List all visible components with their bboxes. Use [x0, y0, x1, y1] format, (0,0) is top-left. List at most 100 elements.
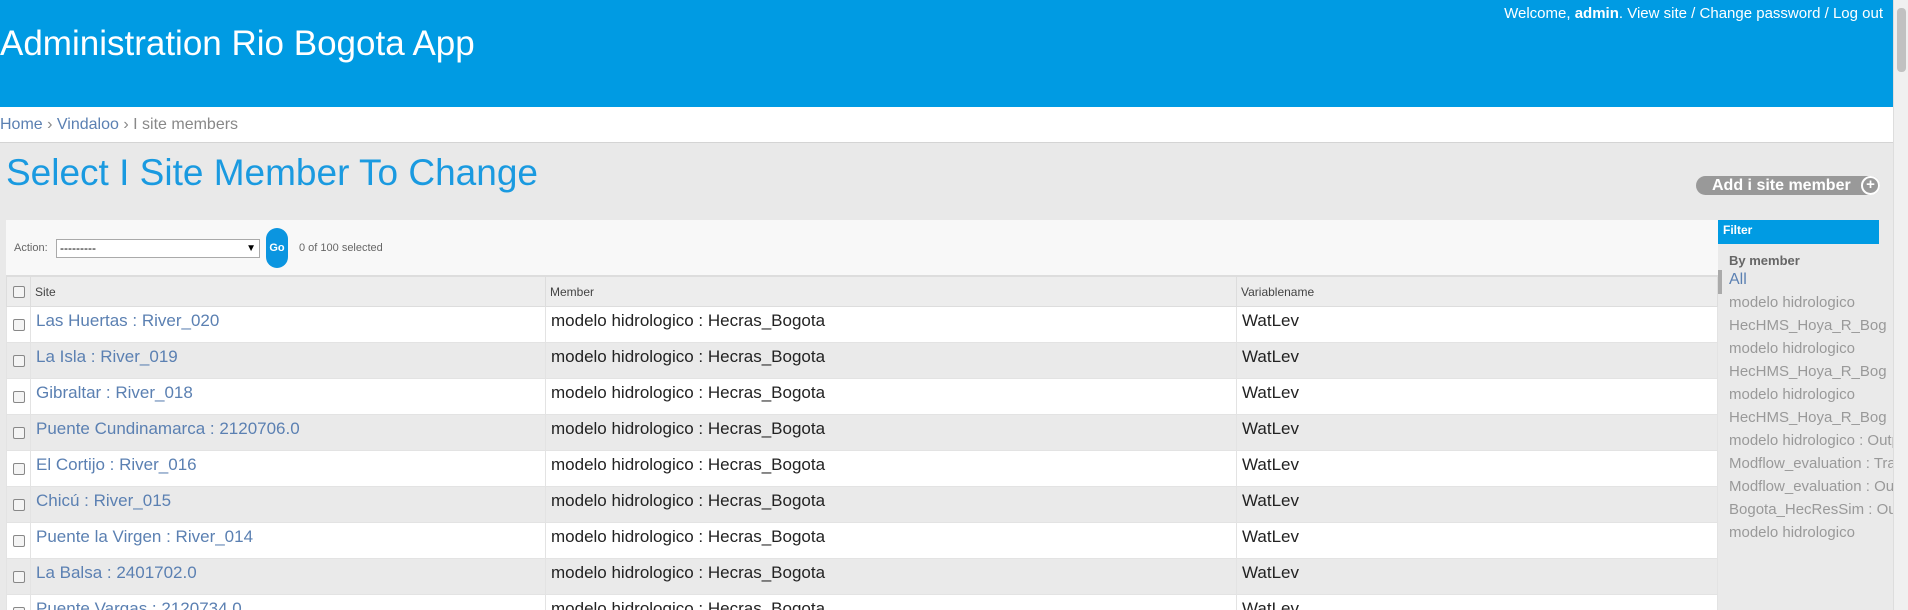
- row-checkbox[interactable]: [13, 463, 25, 476]
- table-row: Gibraltar : River_018 modelo hidrologico …: [6, 378, 1718, 415]
- row-checkbox-cell: [6, 378, 31, 415]
- action-select-value: ---------: [60, 241, 96, 255]
- window-scrollbar[interactable]: [1893, 0, 1908, 610]
- breadcrumb-home[interactable]: Home: [0, 116, 43, 133]
- breadcrumb-current: I site members: [133, 116, 239, 133]
- dropdown-arrow-icon: ▼: [246, 243, 256, 254]
- table-row: Chicú : River_015 modelo hidrologico : He…: [6, 486, 1718, 523]
- variablename-cell: WatLev: [1236, 378, 1718, 415]
- member-cell: modelo hidrologico : Hecras_Bogota: [545, 306, 1237, 343]
- filter-option[interactable]: modelo hidrologico: [1729, 383, 1893, 406]
- go-button[interactable]: Go: [266, 228, 288, 268]
- selection-counter: 0 of 100 selected: [299, 242, 383, 254]
- site-cell: Chicú : River_015: [30, 486, 546, 523]
- filter-option[interactable]: HecHMS_Hoya_R_Bog: [1729, 360, 1893, 383]
- site-cell: La Balsa : 2401702.0: [30, 558, 546, 595]
- site-cell: La Isla : River_019: [30, 342, 546, 379]
- member-cell: modelo hidrologico : Hecras_Bogota: [545, 486, 1237, 523]
- site-link[interactable]: Gibraltar : River_018: [36, 383, 193, 402]
- row-checkbox-cell: [6, 342, 31, 379]
- row-checkbox[interactable]: [13, 391, 25, 404]
- action-label: Action:: [14, 242, 48, 254]
- filter-scrollbar[interactable]: [1718, 270, 1722, 294]
- member-cell: modelo hidrologico : Hecras_Bogota: [545, 450, 1237, 487]
- filter-option[interactable]: modelo hidrologico: [1729, 337, 1893, 360]
- variablename-cell: WatLev: [1236, 486, 1718, 523]
- scrollbar-thumb[interactable]: [1897, 8, 1906, 72]
- filter-option[interactable]: modelo hidrologico : OutputModule: [1729, 429, 1893, 452]
- table-row: El Cortijo : River_016 modelo hidrologico…: [6, 450, 1718, 487]
- log-out-link[interactable]: Log out: [1833, 5, 1883, 22]
- filter-option[interactable]: HecHMS_Hoya_R_Bog: [1729, 314, 1893, 337]
- breadcrumb-app[interactable]: Vindaloo: [57, 116, 119, 133]
- site-cell: Las Huertas : River_020: [30, 306, 546, 343]
- filter-option[interactable]: Modflow_evaluation : Transitorio_Actual: [1729, 452, 1893, 475]
- filter-option[interactable]: Modflow_evaluation : OutputModule: [1729, 475, 1893, 498]
- header: Administration Rio Bogota App Welcome, a…: [0, 0, 1893, 107]
- row-checkbox[interactable]: [13, 427, 25, 440]
- table-row: Las Huertas : River_020 modelo hidrologic…: [6, 306, 1718, 343]
- site-link[interactable]: El Cortijo : River_016: [36, 455, 197, 474]
- site-cell: Gibraltar : River_018: [30, 378, 546, 415]
- filter-by-member-label: By member: [1729, 253, 1800, 268]
- site-link[interactable]: Puente Vargas : 2120734.0: [36, 599, 242, 610]
- row-checkbox[interactable]: [13, 571, 25, 584]
- add-button-label: Add i site member: [1712, 177, 1851, 194]
- username: admin: [1574, 5, 1619, 22]
- breadcrumb: Home › Vindaloo › I site members: [0, 107, 1893, 143]
- row-checkbox[interactable]: [13, 319, 25, 332]
- member-cell: modelo hidrologico : Hecras_Bogota: [545, 342, 1237, 379]
- table-row: Puente Cundinamarca : 2120706.0 modelo hi…: [6, 414, 1718, 451]
- filter-title: Filter: [1718, 220, 1879, 244]
- column-header-site[interactable]: Site: [30, 276, 546, 307]
- user-tools: Welcome, admin. View site / Change passw…: [1504, 5, 1883, 22]
- site-link[interactable]: La Balsa : 2401702.0: [36, 563, 197, 582]
- table-header-row: Site Member Variablename: [6, 276, 1718, 307]
- breadcrumb-separator: ›: [47, 116, 53, 133]
- row-checkbox-cell: [6, 558, 31, 595]
- filter-option[interactable]: modelo hidrologico: [1729, 291, 1893, 314]
- site-link[interactable]: Puente la Virgen : River_014: [36, 527, 253, 546]
- variablename-cell: WatLev: [1236, 450, 1718, 487]
- variablename-cell: WatLev: [1236, 414, 1718, 451]
- site-cell: El Cortijo : River_016: [30, 450, 546, 487]
- row-checkbox-cell: [6, 486, 31, 523]
- column-header-variablename[interactable]: Variablename: [1236, 276, 1718, 307]
- member-cell: modelo hidrologico : Hecras_Bogota: [545, 414, 1237, 451]
- changelist: Action: --------- ▼ Go 0 of 100 selected…: [6, 220, 1718, 610]
- filter-options: All modelo hidrologico HecHMS_Hoya_R_Bog mo…: [1729, 268, 1893, 544]
- site-link[interactable]: Las Huertas : River_020: [36, 311, 219, 330]
- site-link[interactable]: La Isla : River_019: [36, 347, 178, 366]
- action-select[interactable]: --------- ▼: [56, 239, 260, 258]
- view-site-link[interactable]: View site: [1627, 5, 1687, 22]
- table-row: La Balsa : 2401702.0 modelo hidrologico :…: [6, 558, 1718, 595]
- row-checkbox-cell: [6, 522, 31, 559]
- member-cell: modelo hidrologico : Hecras_Bogota: [545, 522, 1237, 559]
- filter-option[interactable]: Bogota_HecResSim : OutputModule: [1729, 498, 1893, 521]
- table-row: La Isla : River_019 modelo hidrologico : …: [6, 342, 1718, 379]
- site-cell: Puente Vargas : 2120734.0: [30, 594, 546, 610]
- change-password-link[interactable]: Change password: [1700, 5, 1821, 22]
- variablename-cell: WatLev: [1236, 342, 1718, 379]
- variablename-cell: WatLev: [1236, 594, 1718, 610]
- select-all-checkbox[interactable]: [13, 286, 25, 299]
- row-checkbox[interactable]: [13, 499, 25, 512]
- select-all-cell: [6, 276, 31, 307]
- site-cell: Puente la Virgen : River_014: [30, 522, 546, 559]
- member-cell: modelo hidrologico : Hecras_Bogota: [545, 378, 1237, 415]
- filter-option-all[interactable]: All: [1729, 268, 1893, 291]
- site-name: Administration Rio Bogota App: [0, 24, 475, 63]
- row-checkbox-cell: [6, 306, 31, 343]
- row-checkbox[interactable]: [13, 355, 25, 368]
- site-link[interactable]: Puente Cundinamarca : 2120706.0: [36, 419, 300, 438]
- row-checkbox-cell: [6, 450, 31, 487]
- site-link[interactable]: Chicú : River_015: [36, 491, 171, 510]
- filter-option[interactable]: HecHMS_Hoya_R_Bog: [1729, 406, 1893, 429]
- row-checkbox[interactable]: [13, 535, 25, 548]
- filter-panel: Filter By member All modelo hidrologico He…: [1718, 220, 1893, 610]
- column-header-member[interactable]: Member: [545, 276, 1237, 307]
- add-i-site-member-button[interactable]: Add i site member +: [1696, 176, 1880, 195]
- filter-option[interactable]: modelo hidrologico: [1729, 521, 1893, 544]
- page-title: Select I Site Member To Change: [6, 152, 538, 193]
- row-checkbox-cell: [6, 414, 31, 451]
